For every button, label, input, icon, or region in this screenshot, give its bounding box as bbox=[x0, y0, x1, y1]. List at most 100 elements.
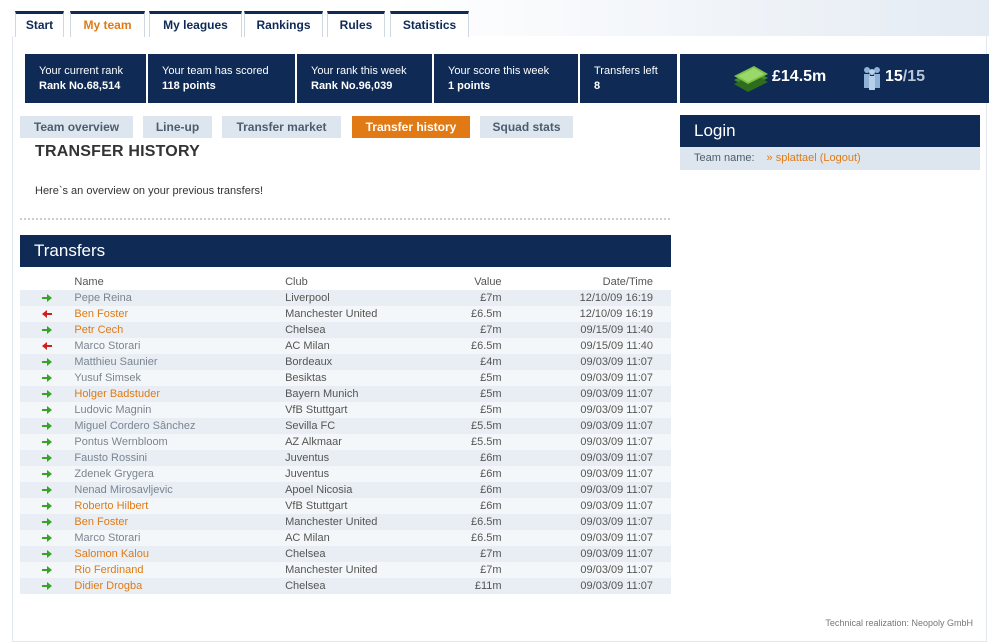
player-name: Fausto Rossini bbox=[74, 452, 148, 464]
login-heading: Login bbox=[680, 115, 980, 147]
direction-cell bbox=[20, 514, 75, 530]
stat-value: 8 bbox=[594, 80, 601, 92]
table-row: Marco Storari AC Milan £6.5m 09/15/09 11:40 bbox=[20, 338, 671, 354]
stat-team-scored: Your team has scored 118 points bbox=[148, 54, 295, 103]
direction-cell bbox=[20, 418, 75, 434]
transfers-body: Pepe Reina Liverpool £7m 12/10/09 16:19 Ben … bbox=[20, 290, 671, 594]
player-name-cell: Ben Foster bbox=[74, 514, 286, 530]
player-name[interactable]: Rio Ferdinand bbox=[74, 564, 143, 576]
footer-credit: Technical realization: Neopoly GmbH bbox=[825, 618, 973, 628]
value-cell: £7m bbox=[422, 290, 502, 306]
tab-start[interactable]: Start bbox=[15, 11, 64, 37]
date-cell: 09/03/09 11:07 bbox=[501, 466, 671, 482]
club-cell: AC Milan bbox=[285, 338, 423, 354]
date-cell: 09/03/09 11:07 bbox=[501, 530, 671, 546]
table-row: Miguel Cordero Sânchez Sevilla FC £5.5m 09/… bbox=[20, 418, 671, 434]
transfer-in-arrow-icon bbox=[42, 422, 53, 431]
club-cell: Liverpool bbox=[285, 290, 423, 306]
player-name: Matthieu Saunier bbox=[74, 356, 158, 368]
tab-my-leagues[interactable]: My leagues bbox=[149, 11, 242, 37]
date-cell: 12/10/09 16:19 bbox=[501, 290, 671, 306]
transfer-in-arrow-icon bbox=[42, 518, 53, 527]
value-cell: £4m bbox=[422, 354, 502, 370]
table-row: Ben Foster Manchester United £6.5m 12/10/09… bbox=[20, 306, 671, 322]
direction-cell bbox=[20, 498, 75, 514]
transfer-in-arrow-icon bbox=[42, 534, 53, 543]
player-name-cell: Petr Cech bbox=[74, 322, 286, 338]
team-name-label: Team name: bbox=[694, 152, 755, 164]
logout-link[interactable]: » splattael (Logout) bbox=[767, 152, 861, 164]
value-cell: £5m bbox=[422, 402, 502, 418]
player-name[interactable]: Didier Drogba bbox=[74, 580, 142, 592]
table-row: Didier Drogba Chelsea £11m 09/03/09 11:07 bbox=[20, 578, 671, 594]
transfer-in-arrow-icon bbox=[42, 470, 53, 479]
date-cell: 09/03/09 11:07 bbox=[501, 562, 671, 578]
player-name[interactable]: Holger Badstuder bbox=[74, 388, 160, 400]
table-row: Pepe Reina Liverpool £7m 12/10/09 16:19 bbox=[20, 290, 671, 306]
club-cell: Manchester United bbox=[285, 562, 423, 578]
transfer-in-arrow-icon bbox=[42, 374, 53, 383]
table-row: Petr Cech Chelsea £7m 09/15/09 11:40 bbox=[20, 322, 671, 338]
player-name[interactable]: Petr Cech bbox=[74, 324, 123, 336]
stat-label: Your score this week bbox=[448, 65, 550, 77]
transfer-in-arrow-icon bbox=[42, 486, 53, 495]
date-cell: 09/15/09 11:40 bbox=[501, 322, 671, 338]
value-cell: £7m bbox=[422, 562, 502, 578]
player-name[interactable]: Ben Foster bbox=[74, 516, 128, 528]
subtab-squad-stats[interactable]: Squad stats bbox=[480, 116, 573, 138]
player-name: Pontus Wernbloom bbox=[74, 436, 168, 448]
subtab-transfer-market[interactable]: Transfer market bbox=[222, 116, 341, 138]
tab-rules[interactable]: Rules bbox=[327, 11, 385, 37]
stat-label: Your team has scored bbox=[162, 65, 269, 77]
subtab-team-overview[interactable]: Team overview bbox=[20, 116, 133, 138]
club-cell: Sevilla FC bbox=[285, 418, 423, 434]
player-name-cell: Marco Storari bbox=[74, 338, 286, 354]
date-cell: 09/03/09 11:07 bbox=[501, 482, 671, 498]
value-cell: £6m bbox=[422, 450, 502, 466]
squad-count: 15 bbox=[885, 68, 903, 85]
player-name[interactable]: Ben Foster bbox=[74, 308, 128, 320]
transfer-in-arrow-icon bbox=[42, 454, 53, 463]
value-cell: £5m bbox=[422, 386, 502, 402]
value-cell: £6m bbox=[422, 466, 502, 482]
player-name[interactable]: Roberto Hilbert bbox=[74, 500, 148, 512]
player-name-cell: Holger Badstuder bbox=[74, 386, 286, 402]
transfer-out-arrow-icon bbox=[42, 342, 53, 351]
club-cell: Manchester United bbox=[285, 306, 423, 322]
player-name-cell: Roberto Hilbert bbox=[74, 498, 286, 514]
squad-players-icon bbox=[864, 67, 880, 90]
value-cell: £7m bbox=[422, 546, 502, 562]
subtab-line-up[interactable]: Line-up bbox=[143, 116, 212, 138]
transfer-in-arrow-icon bbox=[42, 294, 53, 303]
transfer-in-arrow-icon bbox=[42, 566, 53, 575]
player-name-cell: Rio Ferdinand bbox=[74, 562, 286, 578]
player-name[interactable]: Salomon Kalou bbox=[74, 548, 149, 560]
value-cell: £11m bbox=[422, 578, 502, 594]
tab-my-team[interactable]: My team bbox=[70, 11, 145, 37]
stat-label: Transfers left bbox=[594, 65, 658, 77]
date-cell: 09/03/09 11:07 bbox=[501, 402, 671, 418]
col-date: Date/Time bbox=[602, 276, 653, 288]
table-row: Roberto Hilbert VfB Stuttgart £6m 09/03/09 … bbox=[20, 498, 671, 514]
table-row: Marco Storari AC Milan £6.5m 09/03/09 11:07 bbox=[20, 530, 671, 546]
value-cell: £5.5m bbox=[422, 434, 502, 450]
stat-transfers-left: Transfers left 8 bbox=[580, 54, 677, 103]
budget-value: £14.5m bbox=[772, 68, 827, 85]
transfer-in-arrow-icon bbox=[42, 358, 53, 367]
direction-cell bbox=[20, 562, 75, 578]
tab-statistics[interactable]: Statistics bbox=[390, 11, 469, 37]
subtab-transfer-history[interactable]: Transfer history bbox=[352, 116, 470, 138]
club-cell: Chelsea bbox=[285, 578, 423, 594]
col-name: Name bbox=[74, 276, 104, 288]
transfer-in-arrow-icon bbox=[42, 390, 53, 399]
transfers-table: Name Club Value Date/Time Pepe Reina Live… bbox=[20, 274, 671, 594]
direction-cell bbox=[20, 578, 75, 594]
stat-label: Your rank this week bbox=[311, 65, 407, 77]
club-cell: Manchester United bbox=[285, 514, 423, 530]
transfer-in-arrow-icon bbox=[42, 582, 53, 591]
date-cell: 09/03/09 11:07 bbox=[501, 578, 671, 594]
tab-rankings[interactable]: Rankings bbox=[244, 11, 323, 37]
direction-cell bbox=[20, 354, 75, 370]
direction-cell bbox=[20, 290, 75, 306]
club-cell: Bordeaux bbox=[285, 354, 423, 370]
